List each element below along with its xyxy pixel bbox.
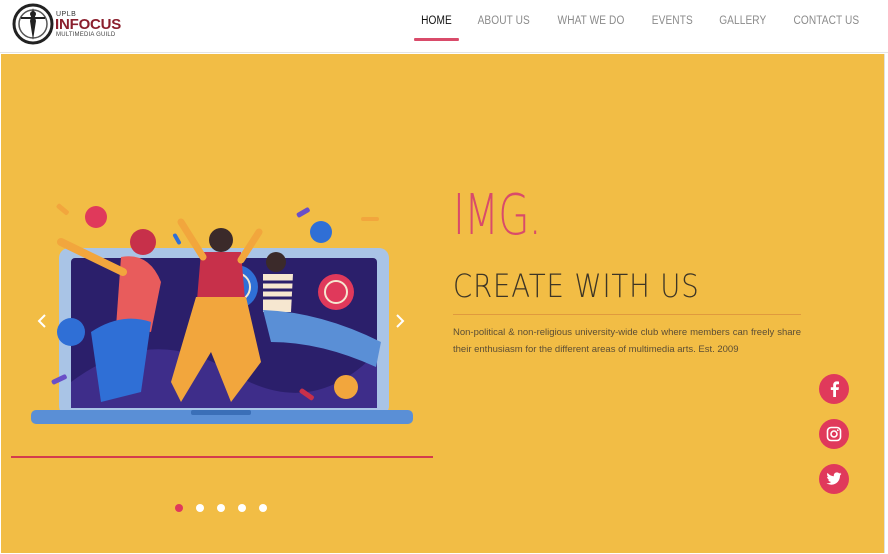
nav-item-home[interactable]: HOME bbox=[413, 13, 459, 41]
instagram-icon bbox=[826, 426, 842, 442]
twitter-link[interactable] bbox=[819, 464, 849, 494]
main-nav: HOME ABOUT US WHAT WE DO EVENTS GALLERY … bbox=[413, 13, 868, 41]
hero-description: Non-political & non-religious university… bbox=[453, 327, 801, 355]
nav-item-what-we-do[interactable]: WHAT WE DO bbox=[554, 13, 628, 29]
subtitle-divider bbox=[453, 314, 801, 315]
hero-divider bbox=[11, 456, 433, 458]
site-header: UPLB INFOCUS MULTIMEDIA GUILD HOME ABOUT… bbox=[0, 0, 888, 53]
carousel-dot-3[interactable] bbox=[217, 504, 225, 512]
logo-subtitle: MULTIMEDIA GUILD bbox=[56, 32, 116, 38]
nav-item-events[interactable]: EVENTS bbox=[648, 13, 696, 29]
facebook-icon bbox=[830, 381, 839, 397]
carousel-indicators bbox=[175, 504, 267, 512]
twitter-icon bbox=[826, 472, 842, 485]
carousel-next-arrow[interactable] bbox=[391, 312, 409, 330]
carousel-dot-4[interactable] bbox=[238, 504, 246, 512]
logo-emblem-icon bbox=[12, 3, 54, 45]
nav-item-gallery[interactable]: GALLERY bbox=[715, 13, 769, 29]
carousel-dot-1[interactable] bbox=[175, 504, 183, 512]
instagram-link[interactable] bbox=[819, 419, 849, 449]
hero-subtitle: CREATE WITH US bbox=[453, 267, 700, 305]
hero-carousel: IMG. CREATE WITH US Non-political & non-… bbox=[1, 54, 885, 553]
nav-item-about-us[interactable]: ABOUT US bbox=[474, 13, 533, 29]
logo-name: INFOCUS bbox=[55, 16, 122, 33]
carousel-dot-5[interactable] bbox=[259, 504, 267, 512]
hero-illustration bbox=[31, 203, 413, 424]
carousel-dot-2[interactable] bbox=[196, 504, 204, 512]
hero-title: IMG. bbox=[453, 183, 542, 248]
carousel-prev-arrow[interactable] bbox=[33, 312, 51, 330]
nav-item-contact-us[interactable]: CONTACT US bbox=[790, 13, 863, 29]
site-logo[interactable]: UPLB INFOCUS MULTIMEDIA GUILD bbox=[12, 3, 132, 45]
facebook-link[interactable] bbox=[819, 374, 849, 404]
